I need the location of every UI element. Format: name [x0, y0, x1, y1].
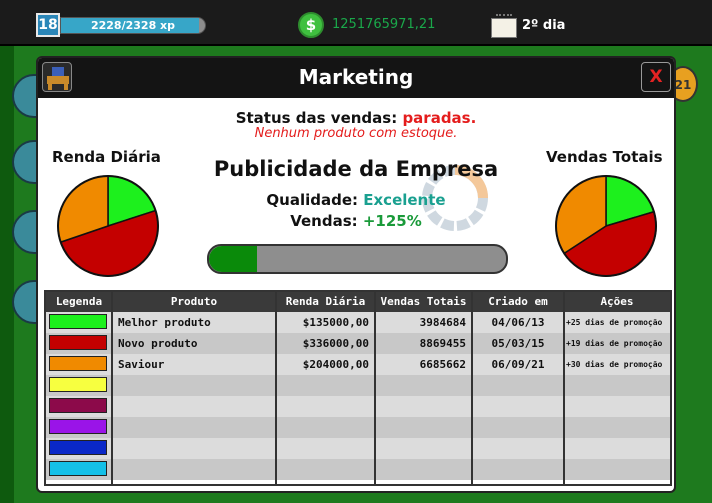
header-product: Produto: [112, 292, 276, 312]
table-row[interactable]: [46, 459, 670, 480]
money-amount: 1251765971,21: [332, 17, 436, 32]
total-sales-cell: [375, 438, 472, 459]
xp-text: 2228/2328 xp: [90, 19, 176, 32]
legend-swatch: [49, 440, 107, 455]
quality-line: Qualidade: Excelente: [38, 191, 674, 209]
column-divider: [275, 292, 277, 484]
sales-label: Vendas:: [290, 212, 363, 230]
close-button[interactable]: X: [641, 62, 671, 92]
sales-status-value: paradas.: [402, 109, 477, 127]
column-divider: [374, 292, 376, 484]
quality-label: Qualidade:: [266, 191, 364, 209]
daily-income-cell: [276, 375, 375, 396]
legend-swatch: [49, 356, 107, 371]
created-date-cell: 06/09/21: [491, 358, 545, 371]
product-name-cell: [112, 375, 276, 396]
header-actions: Ações: [564, 292, 670, 312]
sales-status: Status das vendas: paradas.: [38, 109, 674, 127]
legend-swatch: [49, 314, 107, 329]
promotion-action-cell[interactable]: +19 dias de promoção: [564, 333, 670, 354]
level-badge: 18: [36, 13, 60, 37]
total-sales-cell: 8869455: [419, 337, 466, 350]
daily-income-cell: [276, 417, 375, 438]
promotion-action-cell[interactable]: +25 dias de promoção: [564, 312, 670, 333]
product-name-cell: Novo produto: [118, 337, 198, 350]
promotion-action-cell[interactable]: [564, 375, 670, 396]
promotion-action-cell[interactable]: [564, 459, 670, 480]
day-counter: 2º dia: [522, 18, 566, 33]
top-bar: 18 2228/2328 xp $ 1251765971,21 2º dia: [0, 0, 712, 46]
product-name-cell: [112, 417, 276, 438]
background-strip: [0, 46, 14, 503]
created-date-cell: 04/06/13: [491, 316, 545, 329]
total-sales-cell: 6685662: [419, 358, 466, 371]
product-name-cell: [112, 438, 276, 459]
table-row[interactable]: [46, 417, 670, 438]
table-row[interactable]: Saviour $204000,00 6685662 06/09/21 +30 dias…: [46, 354, 670, 375]
products-table: Legenda Produto Renda Diária Vendas Tota…: [44, 290, 672, 486]
calendar-icon: [491, 14, 517, 38]
table-row[interactable]: [46, 396, 670, 417]
total-sales-cell: 3984684: [419, 316, 466, 329]
promotion-action-cell[interactable]: [564, 417, 670, 438]
modal-header: Marketing X: [38, 58, 674, 98]
legend-swatch: [49, 419, 107, 434]
money-icon: $: [298, 12, 324, 38]
column-divider: [471, 292, 473, 484]
daily-income-cell: $204000,00: [302, 358, 369, 371]
legend-swatch: [49, 377, 107, 392]
created-date-cell: [472, 459, 564, 480]
legend-swatch: [49, 398, 107, 413]
created-date-cell: [472, 396, 564, 417]
total-sales-cell: [375, 459, 472, 480]
product-name-cell: Melhor produto: [118, 316, 211, 329]
created-date-cell: [472, 375, 564, 396]
table-row[interactable]: Melhor produto $135000,00 3984684 04/06/13 +…: [46, 312, 670, 333]
modal-title: Marketing: [298, 65, 414, 89]
daily-income-cell: $336000,00: [302, 337, 369, 350]
legend-swatch: [49, 461, 107, 476]
xp-bar: 2228/2328 xp: [60, 17, 206, 34]
promotion-action-cell[interactable]: +30 dias de promoção: [564, 354, 670, 375]
product-name-cell: Saviour: [118, 358, 165, 371]
publicity-progress-bar: [207, 244, 508, 274]
column-divider: [111, 292, 113, 484]
publicity-progress-fill: [209, 246, 257, 272]
daily-income-cell: [276, 396, 375, 417]
total-sales-cell: [375, 375, 472, 396]
created-date-cell: 05/03/15: [491, 337, 545, 350]
total-sales-cell: [375, 396, 472, 417]
legend-swatch: [49, 335, 107, 350]
sales-line: Vendas: +125%: [38, 212, 674, 230]
header-daily-income: Renda Diária: [276, 292, 375, 312]
created-date-cell: [472, 417, 564, 438]
product-name-cell: [112, 459, 276, 480]
table-row[interactable]: [46, 375, 670, 396]
promotion-action-cell[interactable]: [564, 396, 670, 417]
header-total-sales: Vendas Totais: [375, 292, 472, 312]
sales-value: +125%: [362, 212, 422, 230]
marketing-modal: Marketing X Status das vendas: paradas. …: [36, 56, 676, 493]
column-divider: [563, 292, 565, 484]
quality-value: Excelente: [363, 191, 446, 209]
header-legend: Legenda: [46, 292, 112, 312]
sales-status-note: Nenhum produto com estoque.: [254, 126, 458, 141]
promotion-action-cell[interactable]: [564, 438, 670, 459]
total-sales-cell: [375, 417, 472, 438]
created-date-cell: [472, 438, 564, 459]
daily-income-cell: [276, 459, 375, 480]
publicity-title: Publicidade da Empresa: [213, 157, 499, 181]
table-row[interactable]: Novo produto $336000,00 8869455 05/03/15 +19…: [46, 333, 670, 354]
daily-income-cell: $135000,00: [302, 316, 369, 329]
table-row[interactable]: [46, 438, 670, 459]
header-created: Criado em: [472, 292, 564, 312]
daily-income-cell: [276, 438, 375, 459]
product-name-cell: [112, 396, 276, 417]
sales-status-label: Status das vendas:: [235, 109, 403, 127]
